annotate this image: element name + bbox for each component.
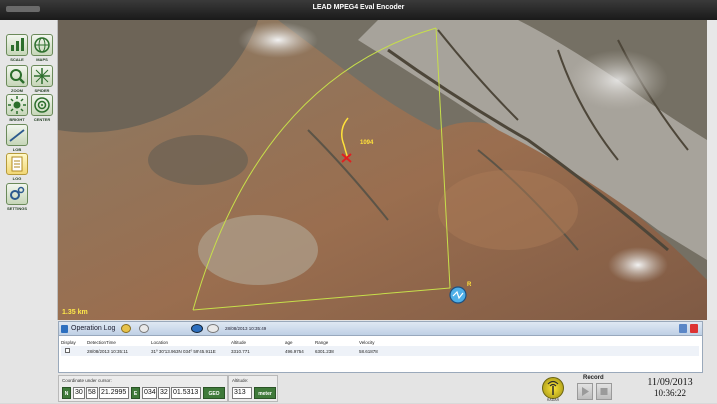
altitude-unit-button[interactable]: meter	[254, 387, 276, 399]
crosshair-icon	[34, 68, 50, 84]
col-range: Range	[315, 339, 329, 345]
radar-button[interactable]	[542, 377, 564, 399]
record-label: Record	[583, 375, 604, 381]
lob-button[interactable]	[6, 124, 28, 146]
col-velocity: Velocity	[359, 339, 375, 345]
col-location: Location	[151, 339, 169, 345]
bright-button[interactable]	[6, 94, 28, 116]
center-icon	[34, 97, 50, 113]
altitude-field[interactable]: 313	[232, 387, 252, 399]
cell-age: 496.9754	[285, 348, 304, 354]
scale-label: SCALE	[10, 57, 24, 62]
settings-button[interactable]	[6, 183, 28, 205]
spider-label: SPIDER	[34, 88, 50, 93]
restore-icon[interactable]	[679, 324, 687, 333]
sensor-label: R	[467, 282, 472, 288]
spider-button[interactable]	[31, 65, 53, 87]
operation-log-panel: Operation Log 28/08/2013 10:35:49 Displa…	[58, 321, 703, 373]
operation-log-header: Operation Log 28/08/2013 10:35:49	[59, 322, 702, 336]
target-label: 1094	[360, 140, 374, 146]
settings-label: SETTINGS	[6, 206, 27, 211]
log-label: LOG	[12, 176, 22, 181]
close-icon[interactable]	[690, 324, 698, 333]
radar-sensor-icon[interactable]	[449, 286, 467, 304]
folder-icon[interactable]	[121, 324, 131, 333]
left-toolbar: SCALE MAPS ZOOM AREA SPIDER BRIGHT CENTE…	[0, 20, 58, 320]
cell-location: 31º 30'13.963N 034º 59'45.911E	[151, 348, 216, 354]
bottom-panel: Coordinate under cursor: N 30 58 21.2995…	[0, 374, 717, 403]
col-altitude: Altitude	[231, 339, 247, 345]
maps-button[interactable]	[31, 34, 53, 56]
lob-label: LOB	[12, 147, 22, 152]
window-title: LEAD MPEG4 Eval Encoder	[312, 4, 405, 11]
log-timestamp: 28/08/2013 10:35:49	[225, 326, 267, 331]
brightness-icon	[8, 96, 26, 114]
gears-icon	[10, 186, 25, 200]
coordinate-panel: Coordinate under cursor: N 30 58 21.2995…	[58, 375, 228, 402]
record-play-button[interactable]	[577, 383, 593, 400]
record-stop-button[interactable]	[596, 383, 612, 400]
coordinate-label: Coordinate under cursor:	[62, 378, 112, 383]
lon-hemisphere[interactable]: E	[131, 387, 140, 399]
col-display: Display	[61, 339, 76, 345]
map-view[interactable]: 1.35 km 1094 R	[58, 20, 707, 320]
radar-label: RADAR	[546, 398, 560, 402]
play-icon	[582, 387, 589, 396]
satellite-terrain	[58, 20, 707, 320]
print-icon[interactable]	[139, 324, 149, 333]
zoom-area-button[interactable]	[6, 65, 28, 87]
col-age: age	[285, 339, 293, 345]
center-label: CENTER	[33, 117, 51, 122]
lon-degrees-field[interactable]: 034	[142, 387, 157, 399]
cell-altitude: 3310.771	[231, 348, 250, 354]
display-checkbox-cell	[61, 348, 87, 354]
chart-icon	[11, 38, 24, 51]
operation-log-title: Operation Log	[71, 325, 116, 332]
clock-display: 11/09/2013 10:36:22	[627, 377, 713, 398]
table-header-row: Display DetectionTime Location Altitude …	[61, 338, 699, 346]
clock-date: 11/09/2013	[647, 377, 693, 388]
clock-time: 10:36:22	[653, 388, 686, 398]
line-icon	[9, 129, 25, 142]
document-icon	[11, 156, 23, 172]
bright-label: BRIGHT	[9, 117, 25, 122]
geo-mode-button[interactable]: GEO	[203, 387, 225, 399]
center-button[interactable]	[31, 94, 53, 116]
stop-icon[interactable]	[207, 324, 219, 333]
cell-detection-time: 28/08/2013 10:35:11	[87, 348, 128, 354]
scale-button[interactable]	[6, 34, 28, 56]
lon-seconds-field[interactable]: 01.5313	[171, 387, 201, 399]
title-bar: LEAD MPEG4 Eval Encoder	[0, 0, 717, 20]
maps-label: MAPS	[36, 57, 48, 62]
log-panel-icon	[61, 325, 68, 333]
zoom-icon	[10, 69, 25, 84]
cell-velocity: 58.61878	[359, 348, 378, 354]
lat-seconds-field[interactable]: 21.2995	[99, 387, 129, 399]
altitude-label: Altitude:	[232, 378, 249, 383]
lat-minutes-field[interactable]: 58	[86, 387, 98, 399]
lon-minutes-field[interactable]: 32	[158, 387, 170, 399]
record-controls: Record	[573, 375, 623, 402]
operation-log-table: Display DetectionTime Location Altitude …	[61, 338, 699, 356]
display-checkbox[interactable]	[65, 348, 70, 353]
map-side-strip	[707, 20, 717, 320]
table-row[interactable]: 28/08/2013 10:35:11 31º 30'13.963N 034º …	[61, 346, 699, 356]
lat-degrees-field[interactable]: 30	[73, 387, 85, 399]
cell-range: 6301.238	[315, 348, 334, 354]
stop-icon	[600, 388, 608, 395]
log-button[interactable]	[6, 153, 28, 175]
globe-icon	[34, 37, 50, 53]
map-scale-label: 1.35 km	[62, 309, 88, 316]
col-detection-time: DetectionTime	[87, 339, 116, 345]
antenna-icon	[547, 380, 559, 395]
altitude-panel: Altitude: 313 meter	[228, 375, 278, 402]
app-window: LEAD MPEG4 Eval Encoder SCALE MAPS ZOOM …	[0, 0, 717, 403]
lat-hemisphere[interactable]: N	[62, 387, 71, 399]
play-icon[interactable]	[191, 324, 203, 333]
